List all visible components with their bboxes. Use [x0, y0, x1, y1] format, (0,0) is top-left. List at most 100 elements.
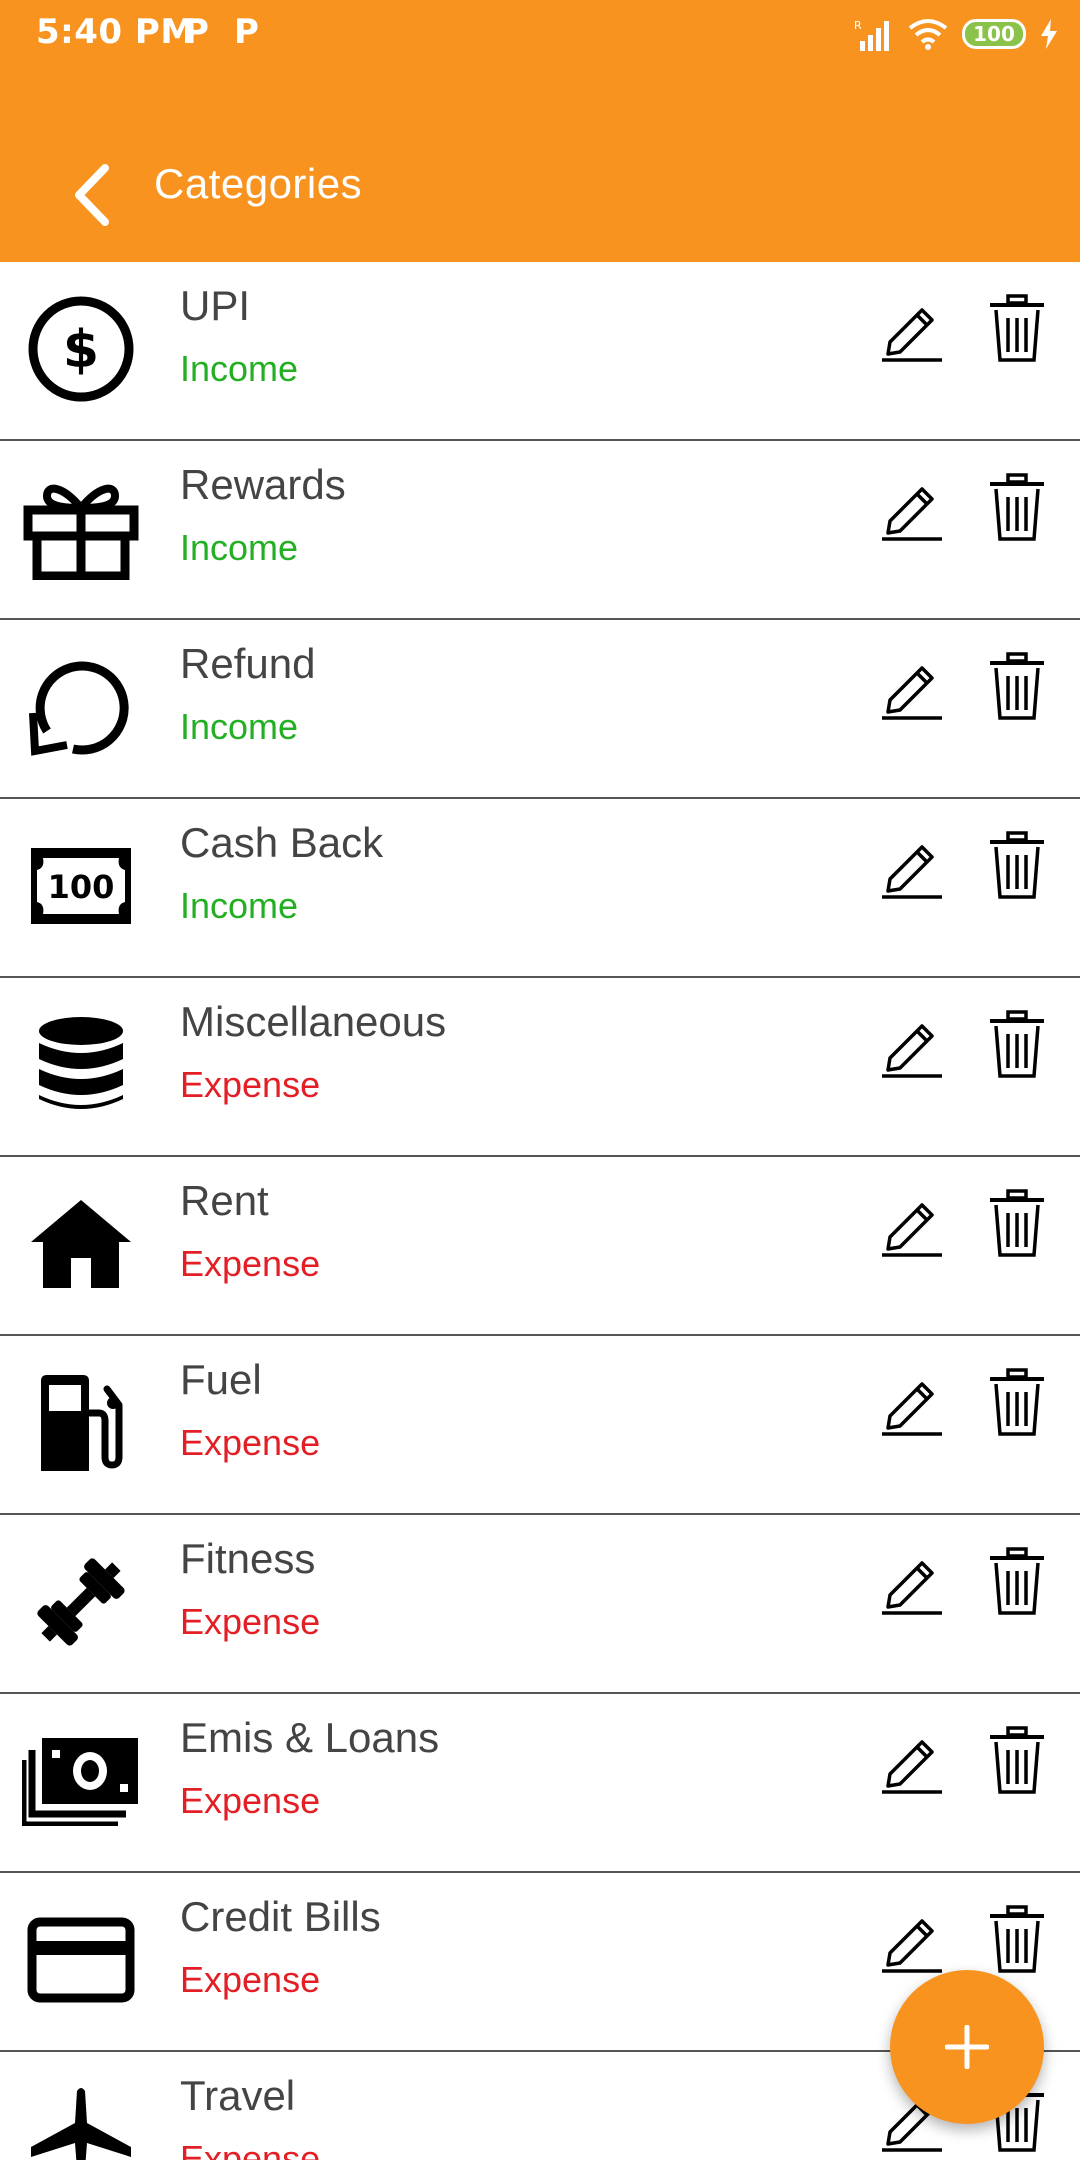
trash-icon [990, 1726, 1044, 1794]
trash-icon [990, 831, 1044, 899]
list-item[interactable]: Fitness Expense [0, 1515, 1080, 1694]
trash-icon [990, 473, 1044, 541]
category-name: Credit Bills [180, 1893, 381, 1940]
home-icon [20, 1183, 142, 1305]
category-type: Expense [180, 2138, 321, 2160]
category-type: Income [180, 527, 299, 568]
edit-button[interactable] [880, 477, 944, 541]
pencil-icon [882, 666, 942, 720]
delete-button[interactable] [988, 1547, 1046, 1617]
notification-p-icon: P [184, 12, 209, 52]
category-type: Expense [180, 1243, 321, 1284]
edit-button[interactable] [880, 1193, 944, 1257]
list-item[interactable]: Emis & Loans Expense [0, 1694, 1080, 1873]
list-item[interactable]: Miscellaneous Expense [0, 978, 1080, 1157]
toolbar: Categories [0, 120, 1080, 260]
airplane-icon [20, 2078, 142, 2160]
refresh-icon [20, 646, 142, 768]
list-item[interactable]: Rewards Income [0, 441, 1080, 620]
delete-button[interactable] [988, 294, 1046, 364]
fuel-pump-icon [20, 1362, 142, 1484]
pencil-icon [882, 1203, 942, 1257]
page-title: Categories [154, 160, 363, 207]
category-type: Expense [180, 1959, 321, 2000]
pencil-icon [882, 1024, 942, 1078]
battery-level: 100 [973, 22, 1015, 46]
delete-button[interactable] [988, 652, 1046, 722]
credit-card-icon [20, 1899, 142, 2021]
database-icon [20, 1004, 142, 1126]
status-bar: 5:40 PM P P R 100 [0, 0, 1080, 66]
category-type: Expense [180, 1064, 321, 1105]
pencil-icon [882, 1740, 942, 1794]
list-item[interactable]: Refund Income [0, 620, 1080, 799]
edit-button[interactable] [880, 835, 944, 899]
list-item[interactable]: 100 Cash Back Income [0, 799, 1080, 978]
category-name: Rewards [180, 461, 346, 508]
delete-button[interactable] [988, 473, 1046, 543]
trash-icon [990, 1368, 1044, 1436]
pencil-icon [882, 1919, 942, 1973]
category-name: Fitness [180, 1535, 316, 1582]
list-item[interactable]: Fuel Expense [0, 1336, 1080, 1515]
delete-button[interactable] [988, 1189, 1046, 1259]
pencil-icon [882, 845, 942, 899]
trash-icon [990, 1189, 1044, 1257]
charging-icon [1041, 19, 1057, 49]
signal-icon: R [854, 19, 889, 51]
status-time: 5:40 PM [36, 12, 195, 52]
category-type: Income [180, 706, 299, 747]
svg-text:$: $ [63, 320, 99, 380]
edit-button[interactable] [880, 1551, 944, 1615]
back-arrow-icon [75, 164, 109, 226]
edit-button[interactable] [880, 1014, 944, 1078]
list-item[interactable]: $ UPI Income [0, 262, 1080, 441]
pencil-icon [882, 1382, 942, 1436]
battery-icon: 100 [962, 19, 1026, 49]
delete-button[interactable] [988, 1905, 1046, 1975]
category-type: Income [180, 348, 299, 389]
delete-button[interactable] [988, 1368, 1046, 1438]
edit-button[interactable] [880, 1909, 944, 1973]
category-name: Fuel [180, 1356, 262, 1403]
category-name: Refund [180, 640, 316, 687]
delete-button[interactable] [988, 1726, 1046, 1796]
delete-button[interactable] [988, 831, 1046, 901]
category-type: Expense [180, 1780, 321, 1821]
category-type: Income [180, 885, 299, 926]
category-name: Emis & Loans [180, 1714, 440, 1761]
edit-button[interactable] [880, 1372, 944, 1436]
plus-icon [945, 2025, 989, 2069]
status-icons: R 100 [854, 14, 1058, 54]
gift-icon [20, 467, 142, 589]
category-list: $ UPI Income Rewards Income Refund Incom… [0, 262, 1080, 2160]
category-type: Expense [180, 1422, 321, 1463]
list-item[interactable]: Rent Expense [0, 1157, 1080, 1336]
add-category-button[interactable] [890, 1970, 1044, 2124]
dumbbell-icon [20, 1541, 142, 1663]
svg-text:R: R [854, 19, 862, 32]
trash-icon [990, 652, 1044, 720]
app-bar: 5:40 PM P P R 100 Categories [0, 0, 1080, 262]
category-name: Miscellaneous [180, 998, 447, 1045]
delete-button[interactable] [988, 1010, 1046, 1080]
money-stack-icon [20, 1720, 142, 1842]
category-name: Cash Back [180, 819, 384, 866]
dollar-circle-icon: $ [20, 288, 142, 410]
category-name: Travel [180, 2072, 296, 2119]
category-type: Expense [180, 1601, 321, 1642]
svg-text:100: 100 [48, 868, 115, 906]
trash-icon [990, 1547, 1044, 1615]
back-button[interactable] [56, 160, 126, 230]
edit-button[interactable] [880, 298, 944, 362]
edit-button[interactable] [880, 656, 944, 720]
edit-button[interactable] [880, 1730, 944, 1794]
pencil-icon [882, 487, 942, 541]
pencil-icon [882, 308, 942, 362]
category-name: Rent [180, 1177, 269, 1224]
pencil-icon [882, 1561, 942, 1615]
banknote-100-icon: 100 [20, 825, 142, 947]
trash-icon [990, 1905, 1044, 1973]
trash-icon [990, 294, 1044, 362]
category-name: UPI [180, 282, 251, 329]
